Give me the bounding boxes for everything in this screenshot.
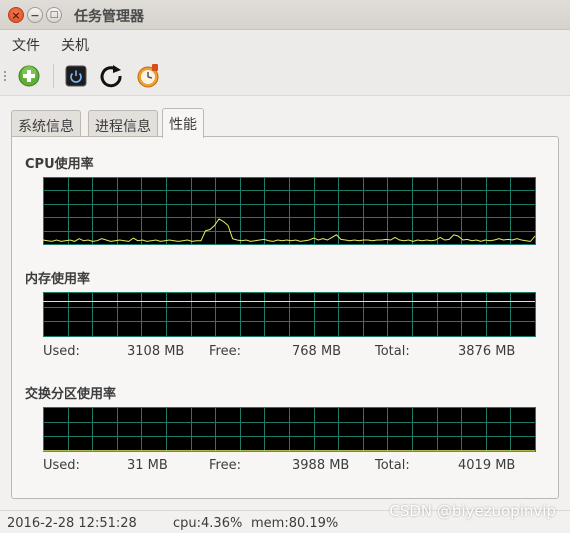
refresh-button[interactable] (96, 61, 126, 91)
swap-used-value: 31 MB (127, 458, 168, 473)
memory-used-value: 3108 MB (127, 344, 185, 359)
memory-usage-chart (43, 292, 536, 337)
window-title: 任务管理器 (74, 9, 144, 25)
swap-total-label: Total: (375, 458, 410, 473)
status-mem: mem:80.19% (251, 516, 339, 531)
cpu-usage-chart (43, 177, 536, 245)
menu-file[interactable]: 文件 (12, 35, 40, 55)
cpu-usage-graph (43, 177, 536, 245)
memory-used-label: Used: (43, 344, 80, 359)
swap-usage-chart (43, 407, 536, 452)
memory-free-value: 768 MB (292, 344, 342, 359)
memory-usage-title: 内存使用率 (25, 272, 91, 287)
swap-usage-graph (43, 407, 536, 452)
shutdown-button[interactable] (61, 61, 91, 91)
watermark: CSDN @biyezuopinvip (389, 502, 556, 520)
close-button[interactable]: × (8, 7, 24, 23)
clock-icon (137, 64, 159, 88)
swap-free-label: Free: (209, 458, 241, 473)
toolbar-separator (53, 64, 54, 88)
memory-total-value: 3876 MB (458, 344, 516, 359)
tab-performance[interactable]: 性能 (162, 108, 204, 138)
tab-system-info[interactable]: 系统信息 (11, 110, 81, 137)
swap-used-label: Used: (43, 458, 80, 473)
tab-process-info[interactable]: 进程信息 (88, 110, 158, 137)
add-process-icon (18, 65, 40, 87)
memory-total-label: Total: (375, 344, 410, 359)
maximize-button[interactable]: □ (46, 7, 62, 23)
swap-free-value: 3988 MB (292, 458, 350, 473)
status-cpu: cpu:4.36% (173, 516, 243, 531)
status-datetime: 2016-2-28 12:51:28 (7, 516, 137, 531)
memory-usage-graph (43, 292, 536, 337)
power-icon (65, 65, 87, 87)
toolbar (0, 56, 570, 96)
add-process-button[interactable] (14, 61, 44, 91)
swap-usage-title: 交换分区使用率 (25, 387, 117, 402)
menu-bar: 文件 关机 (0, 30, 570, 56)
schedule-button[interactable] (133, 61, 163, 91)
menu-shutdown[interactable]: 关机 (61, 35, 89, 55)
swap-total-value: 4019 MB (458, 458, 516, 473)
title-bar: × − □ 任务管理器 (0, 0, 570, 30)
toolbar-grip[interactable] (3, 70, 7, 82)
cpu-usage-title: CPU使用率 (25, 157, 94, 172)
minimize-button[interactable]: − (27, 7, 43, 23)
memory-free-label: Free: (209, 344, 241, 359)
performance-panel: CPU使用率 内存使用率 Used: 3108 MB Free: 768 MB … (11, 136, 559, 499)
refresh-icon (100, 65, 122, 88)
